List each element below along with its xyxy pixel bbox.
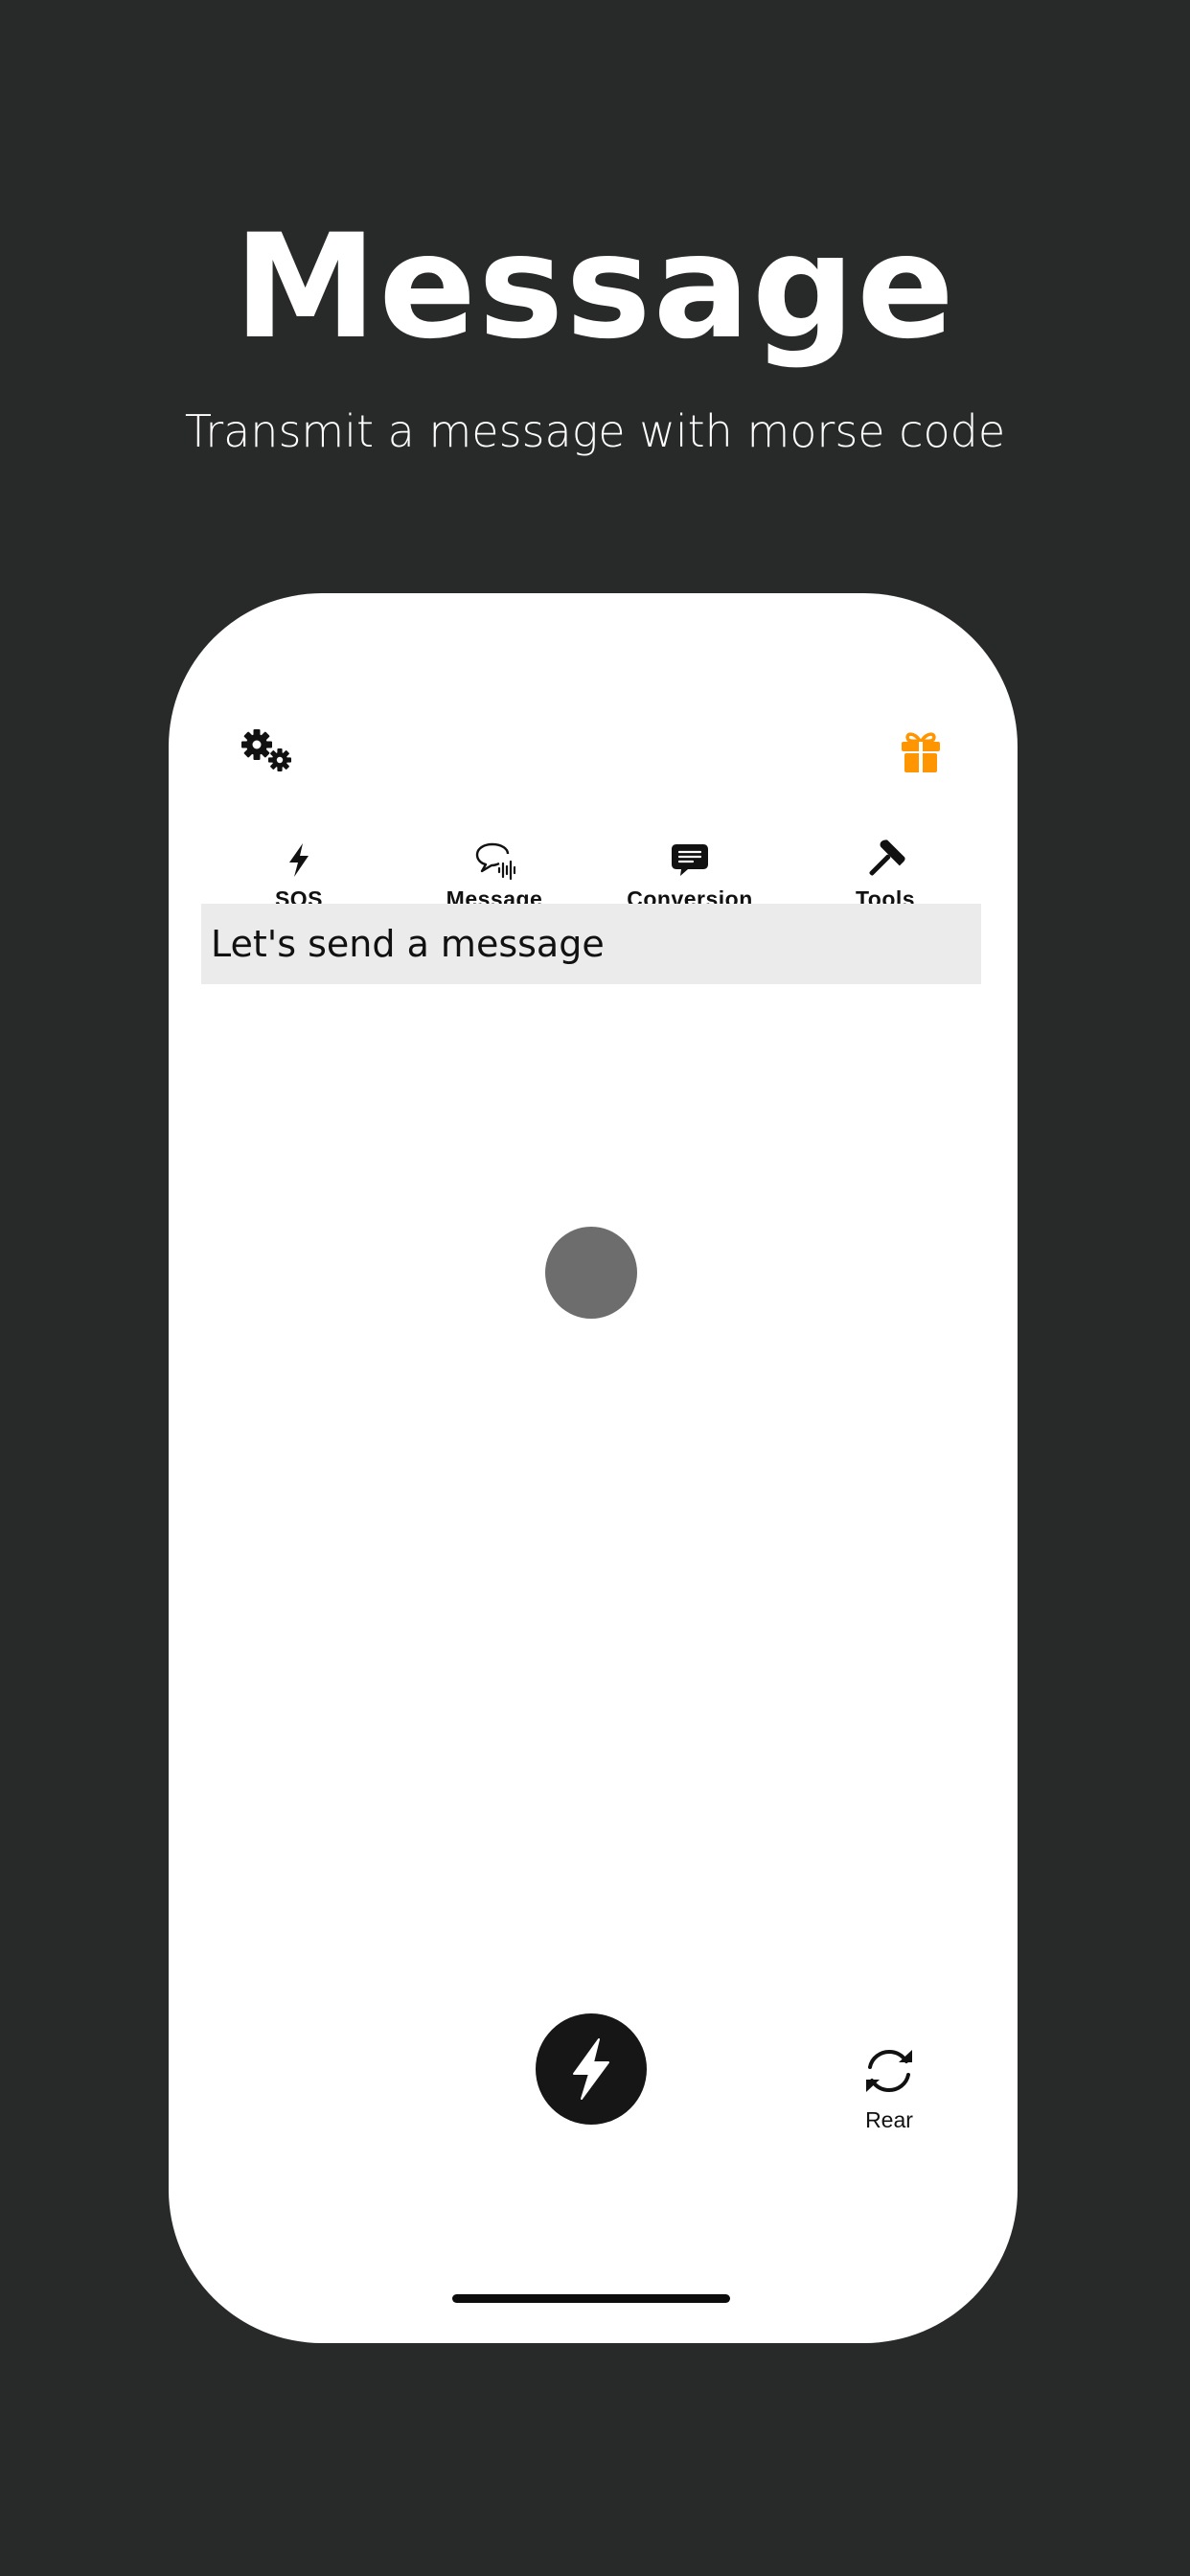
- camera-toggle-label: Rear: [865, 2107, 913, 2132]
- speech-bubble-waveform-icon: [473, 839, 516, 881]
- phone-screen: SOS Message Conversion Tools Let's send …: [169, 593, 1018, 2343]
- bolt-icon: [278, 839, 320, 881]
- bolt-icon: [573, 2038, 609, 2100]
- home-indicator: [452, 2294, 730, 2303]
- text-bubble-icon: [669, 839, 711, 881]
- message-input[interactable]: Let's send a message: [201, 904, 981, 984]
- gift-icon[interactable]: [899, 729, 943, 773]
- flash-button[interactable]: [536, 2013, 647, 2125]
- hammer-icon: [864, 839, 906, 881]
- hero-title: Message: [234, 204, 956, 371]
- morse-signal-light: [545, 1227, 637, 1319]
- camera-toggle-button[interactable]: Rear: [851, 2046, 927, 2142]
- rotate-arrows-icon: [866, 2049, 912, 2093]
- gears-icon[interactable]: [238, 727, 297, 777]
- hero-subtitle: Transmit a message with morse code: [184, 405, 1006, 457]
